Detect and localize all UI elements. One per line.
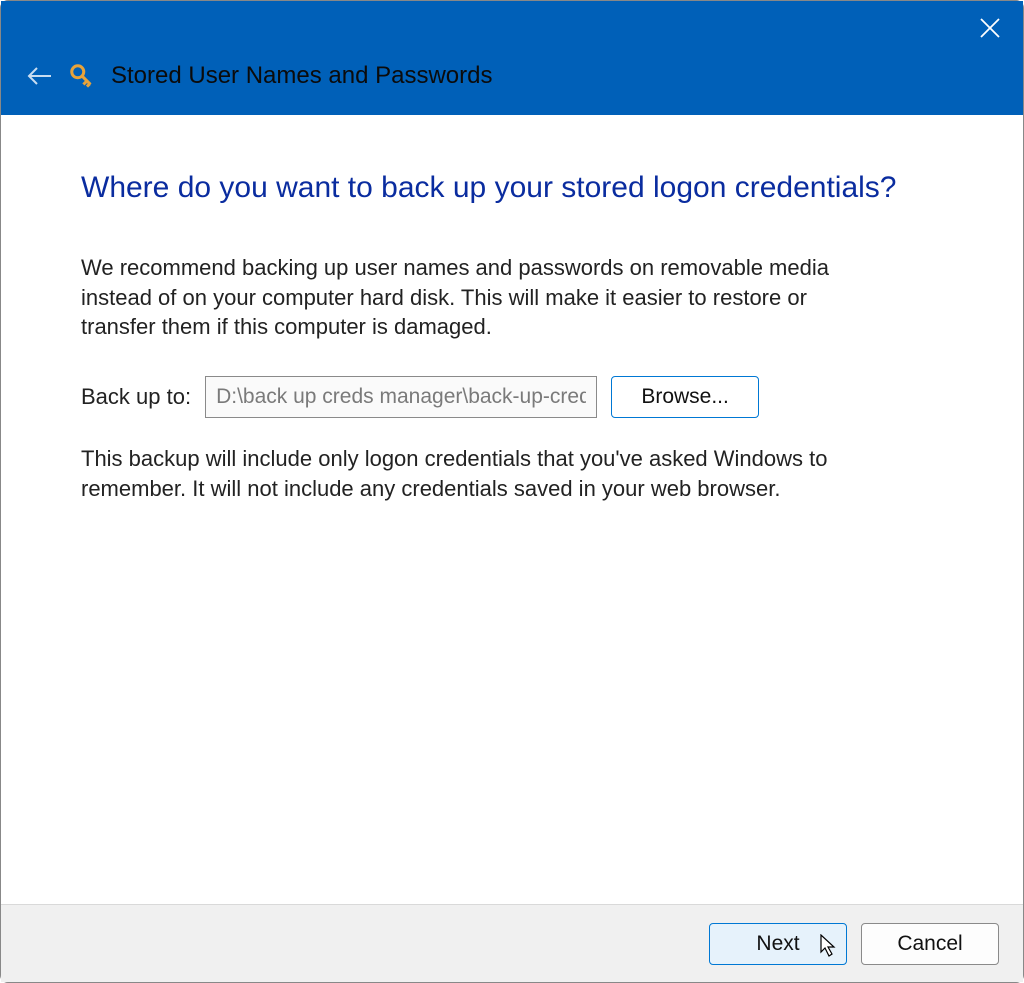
backup-to-label: Back up to:	[81, 384, 191, 410]
note-text: This backup will include only logon cred…	[81, 444, 861, 503]
close-icon[interactable]	[975, 13, 1005, 48]
backup-path-input[interactable]	[205, 376, 597, 418]
key-icon	[67, 61, 97, 91]
back-arrow-icon[interactable]	[25, 65, 53, 87]
wizard-header: Stored User Names and Passwords	[1, 61, 1023, 115]
cancel-button[interactable]: Cancel	[861, 923, 999, 965]
cursor-icon	[820, 934, 838, 964]
wizard-title: Stored User Names and Passwords	[111, 62, 493, 90]
page-heading: Where do you want to back up your stored…	[81, 171, 943, 205]
browse-button[interactable]: Browse...	[611, 376, 759, 418]
wizard-footer: Next Cancel	[1, 904, 1023, 982]
backup-row: Back up to: Browse...	[81, 376, 943, 418]
next-button-label: Next	[756, 932, 799, 955]
titlebar	[1, 1, 1023, 61]
wizard-content: Where do you want to back up your stored…	[1, 115, 1023, 904]
intro-text: We recommend backing up user names and p…	[81, 253, 861, 342]
next-button[interactable]: Next	[709, 923, 847, 965]
